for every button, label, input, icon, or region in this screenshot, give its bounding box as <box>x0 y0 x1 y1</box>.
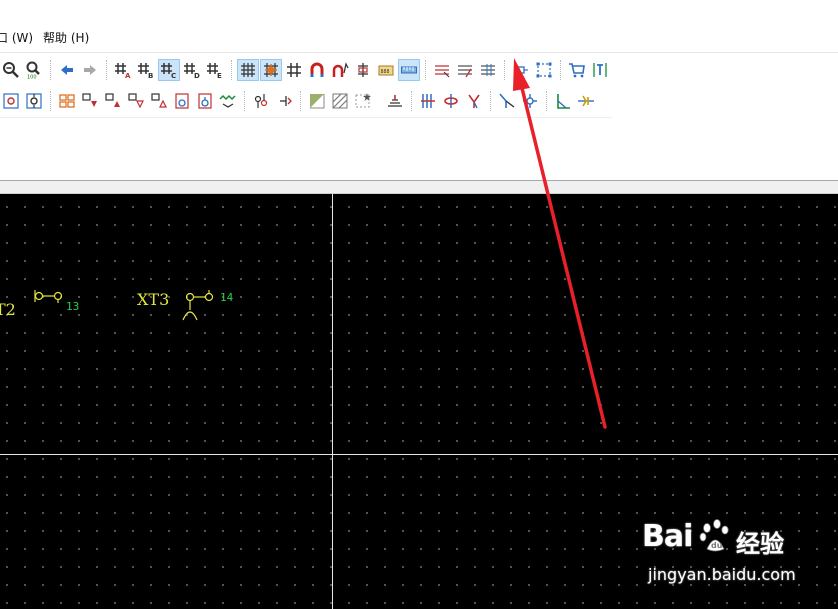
menu-divider <box>0 52 838 53</box>
svg-text:B: B <box>148 72 153 79</box>
menu-bar: 口 (W) 帮助 (H) <box>0 26 838 48</box>
grid-e-icon[interactable]: E <box>204 59 226 81</box>
terminal-2-icon[interactable] <box>273 90 295 112</box>
forward-arrow-icon[interactable] <box>79 59 101 81</box>
symbol-1-icon[interactable] <box>56 90 78 112</box>
text-cursor-icon[interactable] <box>589 59 611 81</box>
svg-text:D: D <box>194 72 200 79</box>
lines-3-icon[interactable] <box>477 59 499 81</box>
toolbar-separator <box>425 60 427 80</box>
terminal-symbol-14[interactable] <box>180 288 220 324</box>
copy-node-icon[interactable] <box>0 90 22 112</box>
grid-d-icon[interactable]: D <box>181 59 203 81</box>
toolbar-separator <box>546 91 548 111</box>
zoom-out-icon[interactable] <box>0 59 22 81</box>
symbol-4-icon[interactable] <box>125 90 147 112</box>
toolbar-separator <box>50 60 52 80</box>
zoom-100-icon[interactable]: 100 <box>23 59 45 81</box>
plug-icon[interactable] <box>575 90 597 112</box>
terminal-number-14: 14 <box>220 291 234 304</box>
schematic-canvas[interactable]: T2 13 XT3 14 du Bai 经验 jingyan.baidu.com <box>0 194 838 609</box>
crosshair-icon[interactable] <box>283 59 305 81</box>
symbol-3-icon[interactable] <box>102 90 124 112</box>
toolbar-separator <box>560 60 562 80</box>
toolbar-separator <box>50 91 52 111</box>
toolbar-separator <box>300 91 302 111</box>
hatch-2-icon[interactable] <box>329 90 351 112</box>
terminal-label-xt2[interactable]: T2 <box>0 300 16 319</box>
canvas-horizontal-axis <box>0 454 838 455</box>
toolbar-separator <box>231 60 233 80</box>
lines-2-icon[interactable] <box>454 59 476 81</box>
pane-splitter[interactable] <box>0 180 838 194</box>
svg-text:100: 100 <box>27 75 37 80</box>
terminal-label-xt3[interactable]: XT3 <box>137 290 169 309</box>
magnet-icon[interactable] <box>306 59 328 81</box>
select-frame-icon[interactable] <box>533 59 555 81</box>
align-icon[interactable] <box>352 59 374 81</box>
hatch-1-icon[interactable] <box>306 90 328 112</box>
symbol-6-icon[interactable] <box>171 90 193 112</box>
dash-box-icon[interactable] <box>352 90 374 112</box>
branch-green-icon[interactable] <box>552 90 574 112</box>
toolbar-separator <box>244 91 246 111</box>
watermark-url: jingyan.baidu.com <box>648 565 796 584</box>
branch-icon[interactable] <box>463 90 485 112</box>
pointer-wire-icon[interactable] <box>496 90 518 112</box>
grid-c-icon[interactable]: C <box>158 59 180 81</box>
paw-text: du <box>711 541 723 550</box>
magnet-arrow-icon[interactable] <box>329 59 351 81</box>
ruler-icon[interactable] <box>398 59 420 81</box>
toolbar-separator <box>411 91 413 111</box>
svg-text:C: C <box>171 72 176 79</box>
lines-1-icon[interactable] <box>431 59 453 81</box>
display-icon[interactable]: 888 <box>375 59 397 81</box>
node-updown-icon[interactable] <box>23 90 45 112</box>
menu-help[interactable]: 帮助 (H) <box>43 29 89 46</box>
jingyan-brand-text: 经验 <box>736 530 784 558</box>
baidu-paw-icon: du <box>699 519 729 552</box>
grid-star-icon[interactable] <box>260 59 282 81</box>
toolbar-separator <box>106 60 108 80</box>
vert-lines-icon[interactable] <box>417 90 439 112</box>
wave-icon[interactable] <box>217 90 239 112</box>
terminal-symbol-13[interactable] <box>30 288 66 304</box>
toolbar-symbols <box>0 89 598 113</box>
svg-text:E: E <box>217 72 222 79</box>
terminal-1-icon[interactable] <box>250 90 272 112</box>
cart-icon[interactable] <box>566 59 588 81</box>
stack-icon[interactable] <box>384 90 406 112</box>
back-arrow-icon[interactable] <box>56 59 78 81</box>
small-square-icon[interactable] <box>510 59 532 81</box>
baidu-brand-text: Bai <box>642 519 693 554</box>
canvas-vertical-axis <box>332 194 333 609</box>
symbol-7-icon[interactable] <box>194 90 216 112</box>
toolbar-separator <box>504 60 506 80</box>
toolbar-area-border <box>0 117 612 118</box>
cross-red-icon[interactable] <box>440 90 462 112</box>
symbol-2-icon[interactable] <box>79 90 101 112</box>
terminal-number-13: 13 <box>66 300 80 313</box>
grid-snap-icon[interactable] <box>237 59 259 81</box>
toolbar-separator <box>490 91 492 111</box>
svg-text:888: 888 <box>381 69 390 75</box>
baidu-jingyan-watermark: du Bai 经验 jingyan.baidu.com <box>642 515 832 595</box>
menu-window[interactable]: 口 (W) <box>0 29 33 46</box>
symbol-5-icon[interactable] <box>148 90 170 112</box>
toolbar-main: 100 A B C D E 888 <box>0 58 612 82</box>
grid-a-icon[interactable]: A <box>112 59 134 81</box>
svg-text:A: A <box>125 72 131 79</box>
grid-b-icon[interactable]: B <box>135 59 157 81</box>
node-blue-icon[interactable] <box>519 90 541 112</box>
